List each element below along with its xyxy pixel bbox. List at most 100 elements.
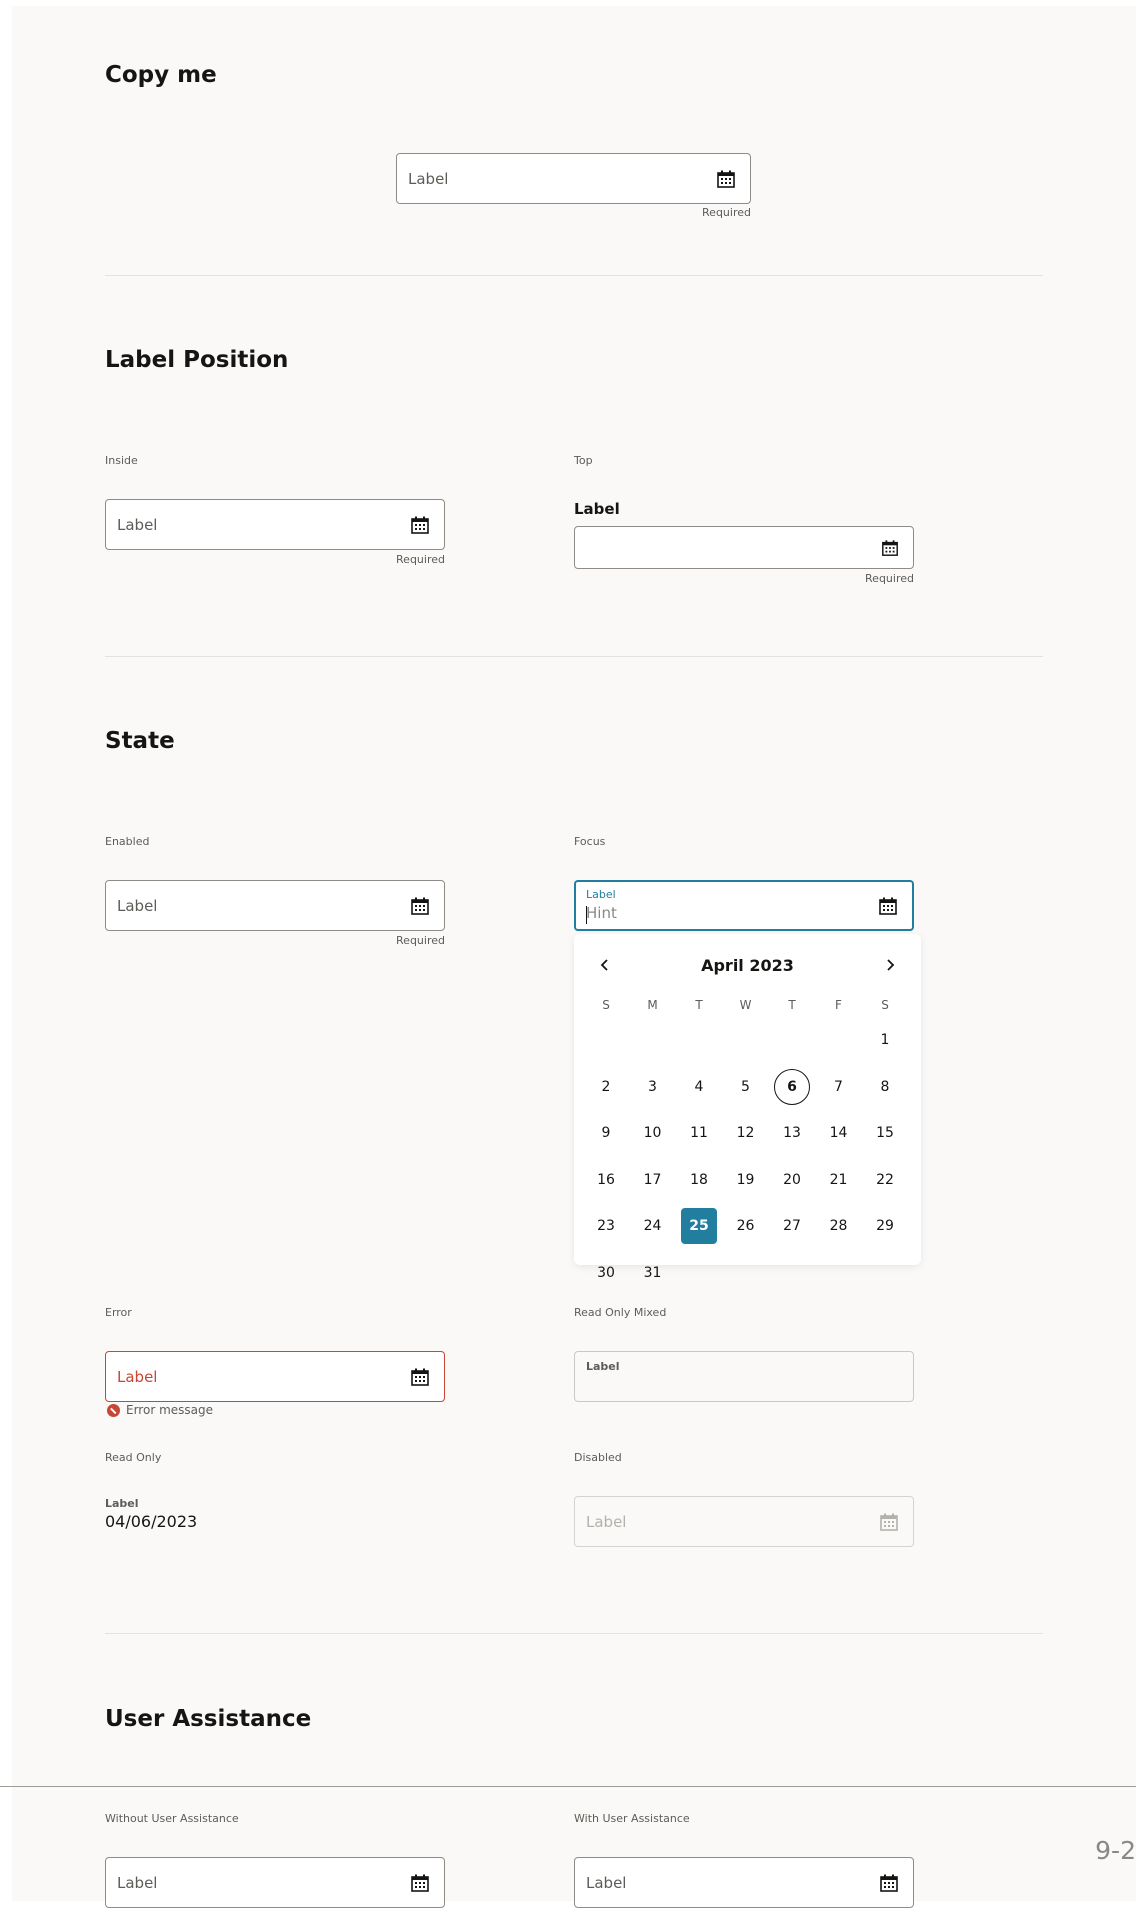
page-number: 9-2: [1095, 1836, 1136, 1865]
enabled-date-field[interactable]: Label: [105, 880, 445, 931]
calendar-icon[interactable]: [878, 896, 898, 916]
caption-with-user-assistance: With User Assistance: [574, 1812, 690, 1825]
calendar-day[interactable]: 8: [867, 1069, 903, 1105]
calendar-day[interactable]: 9: [588, 1115, 624, 1151]
page-break-rule: [0, 1786, 1136, 1787]
field-label: Label: [586, 1512, 627, 1531]
calendar-day[interactable]: 10: [635, 1115, 671, 1151]
inside-date-field[interactable]: Label: [105, 499, 445, 550]
calendar-day[interactable]: 2: [588, 1069, 624, 1105]
calendar-day[interactable]: 14: [821, 1115, 857, 1151]
weekday-header: S: [881, 998, 889, 1012]
calendar-day[interactable]: 25: [681, 1208, 717, 1244]
calendar-day[interactable]: 27: [774, 1208, 810, 1244]
section-title-user-assistance: User Assistance: [105, 1706, 312, 1732]
calendar-day[interactable]: 15: [867, 1115, 903, 1151]
calendar-icon[interactable]: [410, 1367, 430, 1387]
calendar-day[interactable]: 19: [728, 1162, 764, 1198]
calendar-icon[interactable]: [879, 1873, 899, 1893]
read-only-value: 04/06/2023: [105, 1512, 198, 1531]
required-text: Required: [865, 572, 914, 585]
field-label: Label: [586, 888, 616, 901]
hint-text: Hint: [586, 904, 617, 922]
divider: [105, 656, 1043, 657]
calendar-day[interactable]: 22: [867, 1162, 903, 1198]
with-assistance-date-field[interactable]: Label: [574, 1857, 914, 1908]
weekday-header: F: [835, 998, 842, 1012]
calendar-day[interactable]: 7: [821, 1069, 857, 1105]
required-text: Required: [396, 553, 445, 566]
field-label: Label: [408, 169, 449, 188]
calendar-day[interactable]: 31: [635, 1255, 671, 1291]
calendar-day[interactable]: 16: [588, 1162, 624, 1198]
error-date-field[interactable]: Label: [105, 1351, 445, 1402]
calendar-icon: [880, 1513, 898, 1531]
top-label-date-field[interactable]: [574, 526, 914, 569]
weekday-header: S: [602, 998, 610, 1012]
calendar-icon[interactable]: [410, 515, 430, 535]
field-label: Label: [117, 515, 158, 534]
calendar-day[interactable]: 12: [728, 1115, 764, 1151]
calendar-day[interactable]: 3: [635, 1069, 671, 1105]
calendar-day[interactable]: 13: [774, 1115, 810, 1151]
calendar-day[interactable]: 4: [681, 1069, 717, 1105]
calendar-icon[interactable]: [410, 896, 430, 916]
field-label: Label: [586, 1360, 620, 1373]
divider: [105, 1633, 1043, 1634]
caption-error: Error: [105, 1306, 132, 1319]
caption-enabled: Enabled: [105, 835, 150, 848]
section-title-state: State: [105, 728, 175, 754]
focus-date-field[interactable]: Label Hint: [574, 880, 914, 931]
month-year-heading: April 2023: [701, 956, 794, 975]
error-message-text: Error message: [126, 1403, 213, 1417]
next-month-button[interactable]: [877, 952, 903, 978]
field-label: Label: [117, 896, 158, 915]
caption-read-only-mixed: Read Only Mixed: [574, 1306, 667, 1319]
error-icon: [107, 1403, 120, 1417]
calendar-day[interactable]: 23: [588, 1208, 624, 1244]
weekday-header: W: [739, 998, 752, 1012]
caption-disabled: Disabled: [574, 1451, 622, 1464]
error-message: Error message: [107, 1403, 213, 1417]
calendar-day[interactable]: 28: [821, 1208, 857, 1244]
date-picker-popup: April 2023 S M T W T F S 1 2 3 4 5 6 7 8 9 10 11 12 13 14 15 1…: [574, 934, 921, 1281]
calendar-icon[interactable]: [881, 539, 899, 557]
copy-me-date-field[interactable]: Label: [396, 153, 751, 204]
calendar-day[interactable]: 1: [867, 1022, 903, 1058]
field-label: Label: [117, 1873, 158, 1892]
calendar-day[interactable]: 24: [635, 1208, 671, 1244]
section-title-copy-me: Copy me: [105, 62, 217, 88]
field-label: Label: [117, 1367, 158, 1386]
caption-inside: Inside: [105, 454, 138, 467]
caption-read-only: Read Only: [105, 1451, 162, 1464]
calendar-day[interactable]: 20: [774, 1162, 810, 1198]
read-only-mixed-field: Label: [574, 1351, 914, 1402]
calendar-day[interactable]: 29: [867, 1208, 903, 1244]
divider: [105, 275, 1043, 276]
calendar-icon[interactable]: [716, 169, 736, 189]
top-field-label: Label: [574, 500, 620, 518]
field-label: Label: [586, 1873, 627, 1892]
calendar-day[interactable]: 6: [774, 1068, 810, 1105]
calendar-day[interactable]: 18: [681, 1162, 717, 1198]
caption-top: Top: [574, 454, 593, 467]
calendar-icon[interactable]: [410, 1873, 430, 1893]
section-title-label-position: Label Position: [105, 347, 289, 373]
weekday-header: M: [647, 998, 658, 1012]
required-text: Required: [702, 206, 751, 219]
disabled-date-field: Label: [574, 1496, 914, 1547]
calendar-day[interactable]: 11: [681, 1115, 717, 1151]
calendar-day[interactable]: 30: [588, 1255, 624, 1291]
calendar-day[interactable]: 17: [635, 1162, 671, 1198]
required-text: Required: [396, 934, 445, 947]
weekday-header: T: [788, 998, 796, 1012]
weekday-header: T: [695, 998, 703, 1012]
calendar-day[interactable]: 5: [728, 1069, 764, 1105]
calendar-day[interactable]: 26: [728, 1208, 764, 1244]
without-assistance-date-field[interactable]: Label: [105, 1857, 445, 1908]
calendar-day[interactable]: 21: [821, 1162, 857, 1198]
chevron-right-icon: [887, 959, 895, 971]
read-only-label: Label: [105, 1497, 139, 1510]
caption-focus: Focus: [574, 835, 606, 848]
caption-without-user-assistance: Without User Assistance: [105, 1812, 239, 1825]
